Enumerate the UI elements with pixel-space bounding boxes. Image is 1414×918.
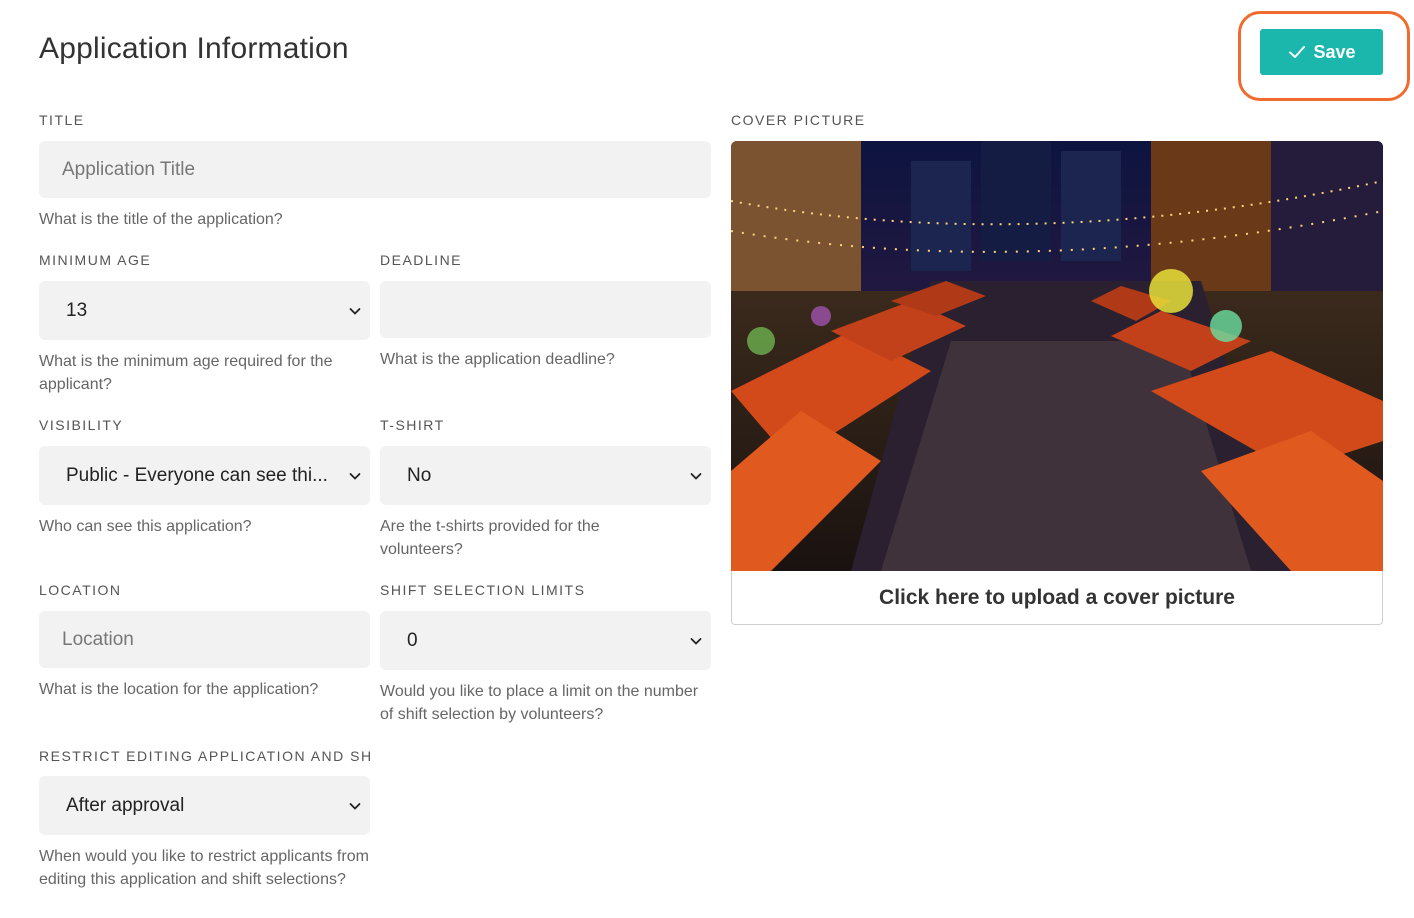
- shift-limits-help: Would you like to place a limit on the n…: [380, 683, 699, 723]
- shift-limits-label: SHIFT SELECTION LIMITS: [380, 582, 586, 598]
- page-title: Application Information: [39, 32, 349, 65]
- chevron-down-icon: [690, 637, 702, 645]
- title-input[interactable]: Application Title: [39, 141, 711, 198]
- visibility-value: Public - Everyone can see thi...: [66, 464, 328, 486]
- restrict-editing-value: After approval: [66, 794, 185, 816]
- minimum-age-value: 13: [66, 299, 88, 321]
- restrict-editing-label: RESTRICT EDITING APPLICATION AND SHI...: [39, 748, 370, 764]
- cover-picture-label: COVER PICTURE: [731, 112, 866, 128]
- save-button-label: Save: [1313, 41, 1356, 62]
- shift-limits-select[interactable]: 0: [380, 611, 711, 670]
- chevron-down-icon: [349, 802, 361, 810]
- deadline-input[interactable]: [380, 281, 711, 338]
- check-icon: [1289, 46, 1306, 58]
- tshirt-value: No: [407, 464, 432, 486]
- title-help: What is the title of the application?: [39, 211, 283, 228]
- minimum-age-select[interactable]: 13: [39, 281, 370, 340]
- upload-cover-button[interactable]: Click here to upload a cover picture: [731, 571, 1383, 625]
- location-label: LOCATION: [39, 582, 122, 598]
- location-input[interactable]: Location: [39, 611, 370, 668]
- chevron-down-icon: [349, 472, 361, 480]
- minimum-age-label: MINIMUM AGE: [39, 252, 152, 268]
- chevron-down-icon: [349, 307, 361, 315]
- visibility-label: VISIBILITY: [39, 417, 124, 433]
- cover-picture-image: [731, 141, 1383, 571]
- tshirt-select[interactable]: No: [380, 446, 711, 505]
- visibility-help: Who can see this application?: [39, 518, 252, 535]
- location-help: What is the location for the application…: [39, 681, 319, 698]
- location-placeholder: Location: [62, 628, 134, 650]
- restrict-editing-select[interactable]: After approval: [39, 776, 370, 835]
- save-button[interactable]: Save: [1260, 29, 1383, 75]
- restrict-editing-help: When would you like to restrict applican…: [39, 848, 369, 888]
- title-label: TITLE: [39, 112, 85, 128]
- night-market-image: [731, 141, 1383, 571]
- visibility-select[interactable]: Public - Everyone can see thi...: [39, 446, 370, 505]
- minimum-age-help: What is the minimum age required for the…: [39, 353, 333, 393]
- deadline-help: What is the application deadline?: [380, 351, 615, 368]
- shift-limits-value: 0: [407, 629, 418, 651]
- deadline-label: DEADLINE: [380, 252, 463, 268]
- tshirt-label: T-SHIRT: [380, 417, 445, 433]
- chevron-down-icon: [690, 472, 702, 480]
- title-placeholder: Application Title: [62, 158, 196, 180]
- tshirt-help: Are the t-shirts provided for the volunt…: [380, 518, 600, 558]
